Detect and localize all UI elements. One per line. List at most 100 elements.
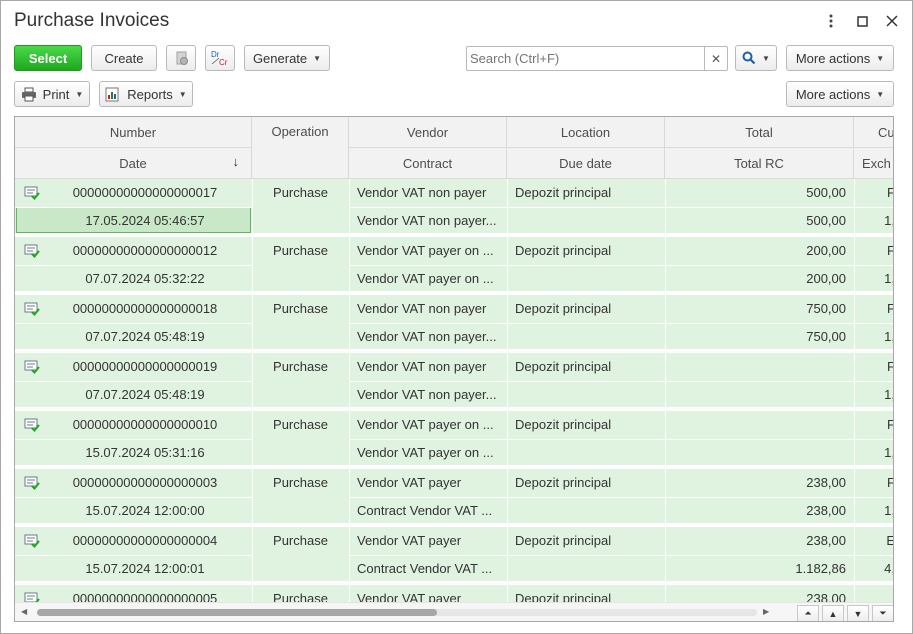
reports-button[interactable]: Reports ▼ [99, 81, 193, 107]
column-header-total[interactable]: Total [665, 117, 854, 148]
column-divider [854, 353, 855, 411]
select-button[interactable]: Select [14, 45, 82, 71]
column-divider [252, 469, 253, 527]
chevron-down-icon: ▼ [876, 53, 885, 63]
column-header-currency[interactable]: Cu [854, 117, 893, 148]
cell-number: 00000000000000000017 [72, 185, 218, 200]
cell-operation: Purchase [273, 185, 328, 200]
clear-search-icon[interactable]: ✕ [704, 47, 727, 70]
cell-exchange: 1, [884, 387, 894, 402]
column-header-due-date[interactable]: Due date [507, 148, 665, 179]
cell-operation: Purchase [273, 243, 328, 258]
cell-number: 00000000000000000004 [72, 533, 218, 548]
cell-vendor: Vendor VAT payer on ... [357, 243, 494, 258]
cell-total-rc: 200,00 [806, 271, 846, 286]
posted-document-icon [24, 360, 40, 374]
cell-date: 07.07.2024 05:48:19 [85, 329, 205, 344]
column-header-date[interactable]: Date ↓ [15, 148, 252, 179]
cell-total [665, 411, 846, 439]
column-divider [665, 411, 666, 469]
cell-exchange: 1, [884, 213, 894, 228]
maximize-icon[interactable] [852, 11, 872, 31]
table-row[interactable]: 00000000000000000010 15.07.2024 05:31:16 P… [15, 411, 894, 469]
go-to-last-icon[interactable]: ⏷ [872, 605, 893, 621]
close-icon[interactable] [882, 11, 902, 31]
reports-button-label: Reports [127, 86, 173, 102]
report-icon [105, 87, 119, 101]
horizontal-scrollbar[interactable]: ◀ ▶ ⏶ ▲ ▼ ⏷ [15, 602, 893, 621]
row-divider [15, 497, 252, 498]
row-divider [15, 207, 252, 208]
cell-operation: Purchase [273, 475, 328, 490]
scroll-down-icon[interactable]: ▼ [847, 605, 869, 621]
row-divider [15, 555, 252, 556]
debit-credit-button[interactable]: Dr Cr [205, 45, 235, 71]
column-divider [665, 295, 666, 353]
scroll-left-icon[interactable]: ◀ [21, 607, 27, 616]
cell-vendor: Vendor VAT non payer [357, 359, 487, 374]
cell-vendor: Vendor VAT non payer [357, 301, 487, 316]
cell-number: 00000000000000000010 [72, 417, 218, 432]
column-divider [252, 353, 253, 411]
column-header-total-rc-label: Total RC [734, 155, 784, 171]
table-row[interactable]: 00000000000000000003 15.07.2024 12:00:00 P… [15, 469, 893, 527]
cell-currency: F [854, 237, 893, 265]
table-row[interactable]: 00000000000000000004 15.07.2024 12:00:01 P… [15, 527, 894, 585]
column-divider [349, 179, 350, 237]
table-row[interactable]: 00000000000000000019 07.07.2024 05:48:19 P… [15, 353, 894, 411]
more-actions-label-secondary: More actions [795, 86, 871, 102]
invoices-table[interactable]: Number Date ↓ Operation Vendor Contract … [14, 116, 894, 622]
cell-number: 00000000000000000018 [72, 301, 218, 316]
column-header-exchange[interactable]: Exch [854, 148, 893, 179]
scroll-right-icon[interactable]: ▶ [763, 607, 769, 616]
column-divider [507, 469, 508, 527]
search-options-button[interactable]: ▼ [735, 45, 777, 71]
table-row[interactable]: 00000000000000000017 17.05.2024 05:46:57 P… [15, 179, 894, 237]
generate-button[interactable]: Generate ▼ [244, 45, 330, 71]
print-button[interactable]: Print ▼ [14, 81, 90, 107]
go-to-first-icon[interactable]: ⏶ [797, 605, 819, 621]
scrollbar-thumb[interactable] [37, 609, 437, 616]
cell-location: Depozit principal [515, 243, 612, 258]
table-row[interactable]: 00000000000000000018 07.07.2024 05:48:19 P… [15, 295, 893, 353]
more-actions-button-secondary[interactable]: More actions ▼ [786, 81, 894, 107]
column-divider [349, 295, 350, 353]
column-header-operation[interactable]: Operation [252, 117, 349, 179]
row-divider [349, 381, 893, 382]
cell-number: 00000000000000000003 [72, 475, 218, 490]
row-divider [15, 381, 252, 382]
column-divider [507, 527, 508, 585]
more-menu-icon[interactable] [821, 11, 841, 31]
chevron-down-icon: ▼ [75, 89, 84, 99]
column-header-location[interactable]: Location [507, 117, 665, 148]
column-header-date-label: Date [119, 155, 147, 171]
search-field[interactable]: ✕ [466, 46, 728, 71]
cell-total-rc [665, 439, 846, 467]
cell-vendor: Vendor VAT non payer [357, 185, 487, 200]
column-divider [854, 411, 855, 469]
scroll-up-icon[interactable]: ▲ [822, 605, 844, 621]
column-divider [507, 295, 508, 353]
column-header-total-rc[interactable]: Total RC [665, 148, 854, 179]
table-row[interactable]: 00000000000000000012 07.07.2024 05:32:22 P… [15, 237, 894, 295]
search-input[interactable] [467, 47, 703, 70]
column-divider [854, 295, 855, 353]
column-divider [507, 411, 508, 469]
create-button[interactable]: Create [91, 45, 157, 71]
posted-document-icon [24, 244, 40, 258]
column-header-number[interactable]: Number [15, 117, 252, 148]
copy-document-button[interactable] [166, 45, 196, 71]
column-divider [252, 179, 253, 237]
column-divider [665, 527, 666, 585]
cell-exchange: 1, [884, 445, 894, 460]
posted-document-icon [24, 534, 40, 548]
more-actions-button[interactable]: More actions ▼ [786, 45, 894, 71]
column-divider [349, 353, 350, 411]
cell-exchange: 1, [884, 271, 894, 286]
column-divider [349, 237, 350, 295]
column-header-contract[interactable]: Contract [349, 148, 507, 179]
cell-exchange: 4, [884, 561, 894, 576]
column-header-exchange-label: Exch [862, 155, 891, 171]
column-divider [665, 469, 666, 527]
column-header-vendor[interactable]: Vendor [349, 117, 507, 148]
